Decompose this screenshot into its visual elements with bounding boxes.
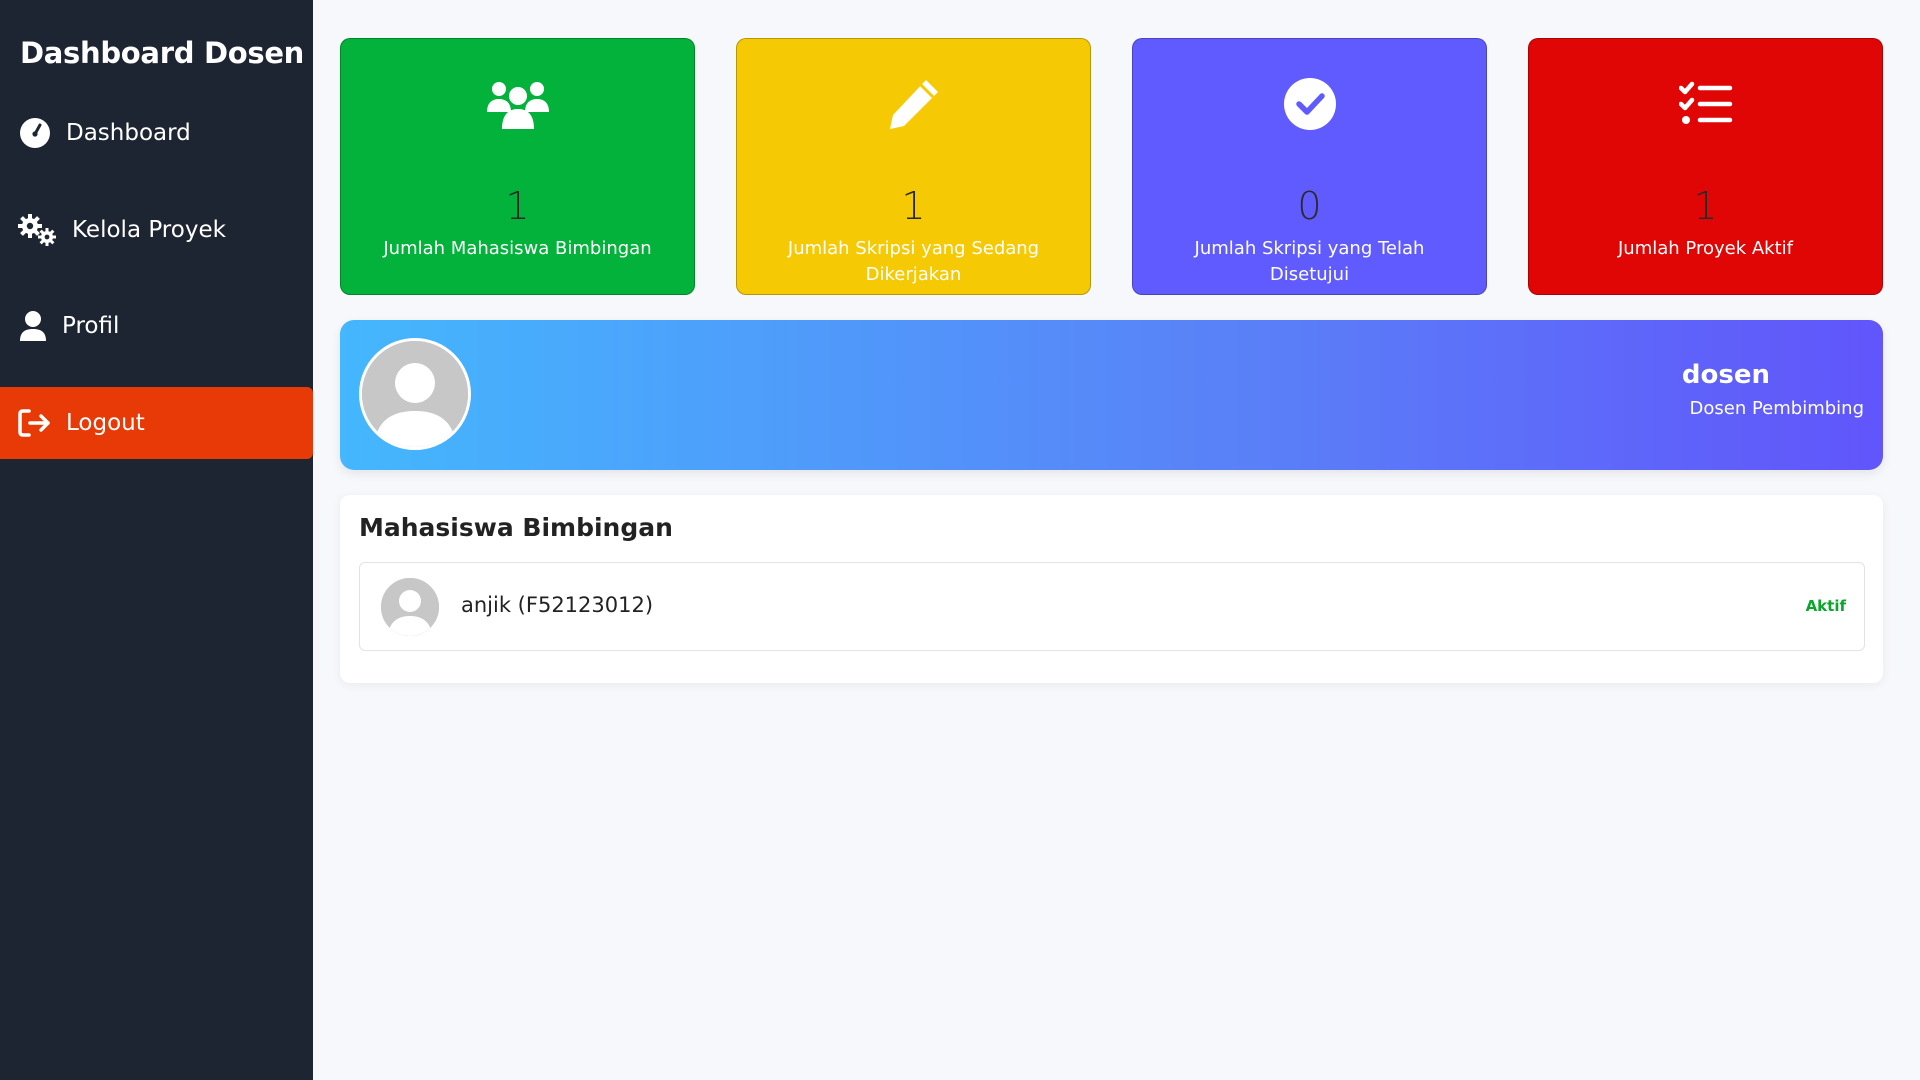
logout-button[interactable]: Logout — [0, 387, 313, 459]
sidebar-item-profil[interactable]: Profil — [0, 290, 313, 362]
check-circle-icon — [1133, 71, 1486, 137]
sidebar-item-label: Kelola Proyek — [72, 217, 226, 243]
status-badge: Aktif — [1805, 597, 1846, 615]
student-name: anjik (F52123012) — [461, 593, 654, 617]
sidebar-item-kelola-proyek[interactable]: Kelola Proyek — [0, 194, 313, 266]
stat-label: Jumlah Skripsi yang Sedang Dikerjakan — [787, 238, 1040, 285]
stat-count: 0 — [1297, 184, 1322, 228]
avatar — [379, 576, 441, 638]
stat-card-skripsi-dikerjakan: 1 Jumlah Skripsi yang Sedang Dikerjakan — [736, 38, 1091, 295]
gauge-icon — [18, 116, 52, 150]
profile-name: dosen — [1681, 360, 1770, 390]
stat-card-skripsi-disetujui: 0 Jumlah Skripsi yang Telah Disetujui — [1132, 38, 1487, 295]
sidebar-title: Dashboard Dosen — [20, 36, 305, 70]
list-check-icon — [1529, 71, 1882, 137]
sidebar-item-label: Logout — [66, 410, 145, 436]
sidebar-item-label: Profil — [62, 313, 120, 339]
users-icon — [341, 71, 694, 137]
avatar — [359, 338, 471, 450]
stat-label: Jumlah Proyek Aktif — [1618, 238, 1793, 259]
stat-count: 1 — [901, 184, 926, 228]
stat-card-mahasiswa: 1 Jumlah Mahasiswa Bimbingan — [340, 38, 695, 295]
user-icon — [18, 309, 48, 343]
section-title: Mahasiswa Bimbingan — [359, 513, 673, 542]
list-item[interactable]: anjik (F52123012) Aktif — [359, 562, 1865, 651]
stat-count: 1 — [1693, 184, 1718, 228]
gears-icon — [18, 213, 58, 247]
sidebar-item-label: Dashboard — [66, 120, 191, 146]
stat-card-proyek-aktif: 1 Jumlah Proyek Aktif — [1528, 38, 1883, 295]
stat-count: 1 — [505, 184, 530, 228]
sidebar-item-dashboard[interactable]: Dashboard — [0, 97, 313, 169]
sidebar: Dashboard Dosen Dashboard Kelola Proyek … — [0, 0, 313, 1080]
profile-role: Dosen Pembimbing — [1689, 398, 1865, 419]
profile-banner: dosen Dosen Pembimbing — [340, 320, 1883, 470]
pencil-icon — [737, 71, 1090, 137]
logout-icon — [18, 406, 52, 440]
students-card: Mahasiswa Bimbingan anjik (F52123012) Ak… — [340, 495, 1883, 683]
stat-label: Jumlah Mahasiswa Bimbingan — [383, 238, 652, 259]
stat-label: Jumlah Skripsi yang Telah Disetujui — [1194, 238, 1425, 285]
